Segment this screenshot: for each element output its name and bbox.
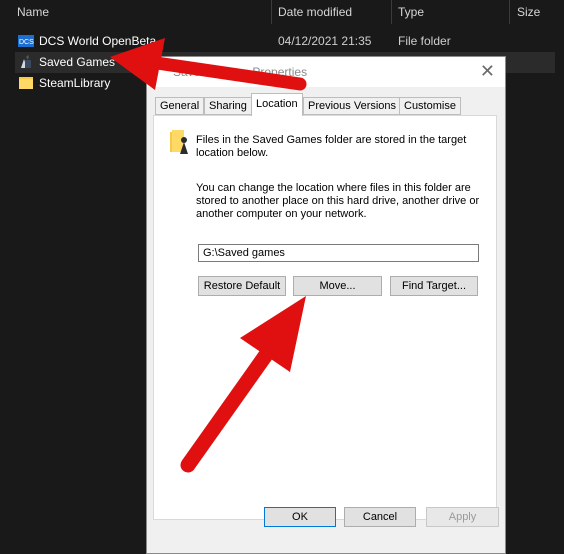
arrow-to-move-button — [180, 296, 306, 473]
tab-location[interactable]: Location — [251, 93, 303, 116]
annotation-arrows — [110, 38, 307, 473]
arrow-to-saved-games — [110, 38, 307, 91]
